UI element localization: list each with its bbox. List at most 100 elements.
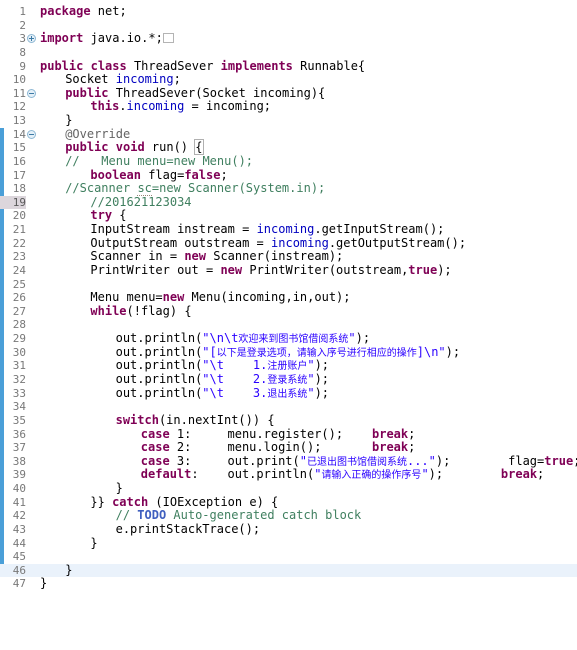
line-number[interactable]: 43 [0,523,26,537]
line-number[interactable]: 15 [0,141,26,155]
line-number[interactable]: 36 [0,428,26,442]
line-number[interactable]: 29 [0,332,26,346]
line-number[interactable]: 3 [0,32,26,46]
code-line[interactable]: 42 // TODO Auto-generated catch block [0,508,577,523]
code-text[interactable]: this.incoming = incoming; [90,100,271,114]
code-text[interactable]: out.println("\t 2.登录系统"); [116,372,329,387]
line-number[interactable]: 25 [0,278,26,292]
code-text[interactable]: out.println("[以下是登录选项，请输入序号进行相应的操作]\n"); [116,345,461,360]
code-line[interactable]: 26 Menu menu=new Menu(incoming,in,out); [0,290,577,305]
code-line[interactable]: 36 case 1: menu.register(); break; [0,427,577,442]
code-line[interactable]: 24 PrintWriter out = new PrintWriter(outs… [0,263,577,278]
code-line[interactable]: 37 case 2: menu.login(); break; [0,440,577,455]
code-text[interactable]: default: out.println("请输入正确的操作序号"); brea… [141,468,544,482]
line-number[interactable]: 34 [0,400,26,414]
code-line[interactable]: 25 [0,278,577,292]
code-text[interactable]: import java.io.*; [40,31,174,46]
code-line[interactable]: 46} [0,563,577,578]
code-line[interactable]: 11 public ThreadSever(Socket incoming){ [0,86,577,101]
line-number[interactable]: 41 [0,496,26,510]
code-text[interactable]: } [65,113,72,128]
code-text[interactable]: PrintWriter out = new PrintWriter(outstr… [90,263,451,278]
code-text[interactable]: switch(in.nextInt()) { [116,413,275,428]
code-line[interactable]: 21 InputStream instream = incoming.getInp… [0,222,577,237]
code-line[interactable]: 31 out.println("\t 1.注册账户"); [0,359,577,373]
line-number[interactable]: 13 [0,114,26,128]
line-number[interactable]: 11 [0,87,26,101]
line-number[interactable]: 1 [0,5,26,19]
line-number[interactable]: 44 [0,537,26,551]
code-text[interactable]: Scanner in = new Scanner(instream); [90,250,343,264]
code-line[interactable]: 15 public void run() { [0,139,577,156]
line-number[interactable]: 17 [0,169,26,183]
code-text[interactable]: Socket incoming; [65,72,181,87]
code-line[interactable]: 12 this.incoming = incoming; [0,100,577,114]
code-text[interactable]: package net; [40,4,127,19]
fold-expand-icon[interactable] [27,34,36,44]
line-number[interactable]: 8 [0,46,26,60]
code-line[interactable]: 38 case 3: out.print("已退出图书馆借阅系统..."); fl… [0,454,577,469]
line-number[interactable]: 22 [0,237,26,251]
code-line[interactable]: 34 [0,400,577,414]
line-number[interactable]: 31 [0,359,26,373]
code-text[interactable]: out.println("\t 3.退出系统"); [116,386,329,401]
code-line[interactable]: 3 import java.io.*; [0,31,577,46]
code-line[interactable]: 47} [0,577,577,591]
code-line[interactable]: 44} [0,536,577,551]
code-text[interactable]: case 1: menu.register(); break; [141,427,416,442]
code-line[interactable]: 20 try { [0,209,577,223]
line-number[interactable]: 32 [0,373,26,387]
code-line[interactable]: 2 [0,19,577,33]
code-line[interactable]: 29 out.println("\n\t欢迎来到图书馆借阅系统"); [0,331,577,346]
code-line[interactable]: 33 out.println("\t 3.退出系统"); [0,386,577,401]
line-number[interactable]: 35 [0,414,26,428]
code-text[interactable]: public ThreadSever(Socket incoming){ [65,86,325,101]
line-number[interactable]: 45 [0,550,26,564]
code-text[interactable]: public class ThreadSever implements Runn… [40,59,365,74]
code-text[interactable]: //Scanner sc=new Scanner(System.in); [65,181,325,197]
code-line[interactable]: 10 Socket incoming; [0,72,577,87]
code-line[interactable]: 8 [0,46,577,60]
code-text[interactable]: } [40,577,47,591]
code-line[interactable]: 45 [0,550,577,564]
line-number[interactable]: 47 [0,577,26,591]
code-text[interactable]: //201621123034 [90,195,191,210]
code-line[interactable]: 39 default: out.println("请输入正确的操作序号"); br… [0,468,577,482]
code-text[interactable]: // Menu menu=new Menu(); [65,154,253,169]
code-text[interactable]: case 3: out.print("已退出图书馆借阅系统..."); flag… [141,454,577,469]
code-line[interactable]: 27 while(!flag) { [0,304,577,319]
line-number[interactable]: 23 [0,250,26,264]
code-line[interactable]: 28 [0,318,577,332]
code-text[interactable]: e.printStackTrace(); [116,522,261,537]
line-number[interactable]: 27 [0,305,26,319]
code-text[interactable]: Menu menu=new Menu(incoming,in,out); [90,290,350,305]
code-text[interactable]: } [65,563,72,578]
code-text[interactable]: out.println("\t 1.注册账户"); [116,359,329,373]
code-text[interactable]: } [90,536,97,551]
line-number[interactable]: 20 [0,209,26,223]
code-line[interactable]: 40} [0,481,577,496]
line-number[interactable]: 12 [0,100,26,114]
line-number[interactable]: 46 [0,564,26,578]
code-line[interactable]: 43 e.printStackTrace(); [0,522,577,537]
line-number[interactable]: 18 [0,182,26,196]
code-text[interactable]: public void run() { [65,139,204,156]
code-text[interactable]: // TODO Auto-generated catch block [116,508,362,523]
fold-collapse-icon[interactable] [27,88,36,98]
code-line[interactable]: 30 out.println("[以下是登录选项，请输入序号进行相应的操作]\n"… [0,345,577,360]
line-number[interactable]: 10 [0,73,26,87]
line-number[interactable]: 21 [0,223,26,237]
code-line[interactable]: 9 public class ThreadSever implements Run… [0,59,577,74]
collapsed-import-placeholder[interactable] [162,33,174,44]
code-text[interactable]: } [116,481,123,496]
code-line[interactable]: 18 //Scanner sc=new Scanner(System.in); [0,181,577,197]
line-number[interactable]: 39 [0,468,26,482]
code-line[interactable]: 1 package net; [0,4,577,19]
line-number[interactable]: 38 [0,455,26,469]
code-line[interactable]: 35 switch(in.nextInt()) { [0,413,577,428]
java-source-editor[interactable]: 1 package net; 2 3 import java.io.*; 8 9 public… [0,0,577,650]
line-number[interactable]: 9 [0,60,26,74]
code-line[interactable]: 17 boolean flag=false; [0,168,577,183]
code-text[interactable]: while(!flag) { [90,304,191,319]
line-number[interactable]: 33 [0,387,26,401]
